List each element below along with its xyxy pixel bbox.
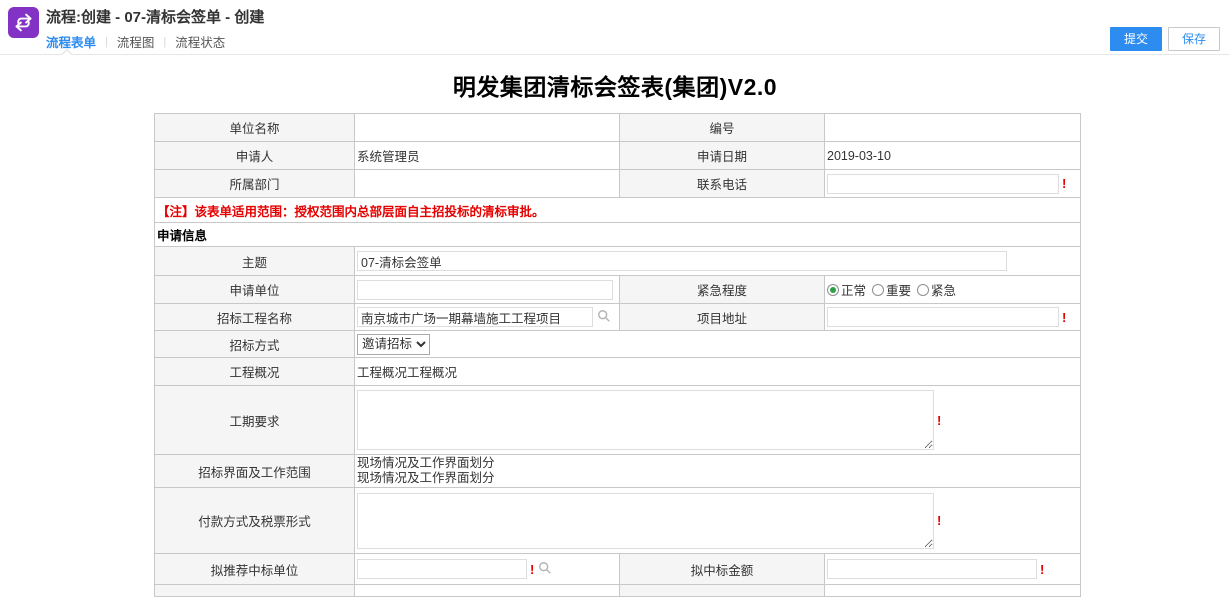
urgency-radio-group: 正常 重要 紧急 <box>827 280 1078 299</box>
apply-date-value: 2019-03-10 <box>825 142 1081 170</box>
subject-label: 主题 <box>155 247 355 276</box>
page-title: 流程:创建 - 07-清标会签单 - 创建 <box>46 6 264 27</box>
apply-unit-input[interactable] <box>357 280 613 300</box>
apply-unit-label: 申请单位 <box>155 276 355 304</box>
required-mark: ! <box>1040 562 1044 577</box>
application-form-table: 单位名称 编号 申请人 系统管理员 申请日期 2019-03-10 所属部门 联… <box>154 113 1081 597</box>
required-mark: ! <box>1062 310 1066 325</box>
search-icon[interactable] <box>538 561 552 578</box>
bid-method-select[interactable]: 邀请招标 <box>357 334 430 355</box>
bid-scope-label: 招标界面及工作范围 <box>155 455 355 488</box>
table-row: 招标方式 邀请招标 <box>155 331 1081 358</box>
header-actions: 提交 保存 <box>1110 27 1220 51</box>
required-mark: ! <box>937 513 941 528</box>
table-row-clipped <box>155 585 1081 597</box>
department-value <box>355 170 620 198</box>
project-overview-label: 工程概况 <box>155 358 355 386</box>
unit-name-label: 单位名称 <box>155 114 355 142</box>
duration-req-label: 工期要求 <box>155 386 355 455</box>
required-mark: ! <box>530 562 534 577</box>
subject-input[interactable] <box>357 251 1007 271</box>
section-title-apply-info: 申请信息 <box>155 223 1081 247</box>
tab-process-status[interactable]: 流程状态 <box>175 32 225 51</box>
tab-process-form[interactable]: 流程表单 <box>46 32 96 51</box>
urgency-option-normal[interactable]: 正常 <box>827 280 866 299</box>
search-icon[interactable] <box>597 309 611 326</box>
required-mark: ! <box>937 413 941 428</box>
project-address-input[interactable] <box>827 307 1059 327</box>
phone-input[interactable] <box>827 174 1059 194</box>
recommended-unit-label: 拟推荐中标单位 <box>155 554 355 585</box>
recommended-unit-input[interactable] <box>357 559 527 579</box>
project-overview-value: 工程概况工程概况 <box>355 358 1081 386</box>
form-notice: 【注】该表单适用范围：授权范围内总部层面自主招投标的清标审批。 <box>155 198 1081 223</box>
header-tabs: 流程表单 | 流程图 | 流程状态 <box>46 32 225 51</box>
urgency-option-urgent[interactable]: 紧急 <box>917 280 956 299</box>
serial-no-label: 编号 <box>620 114 825 142</box>
tab-process-diagram[interactable]: 流程图 <box>117 32 155 51</box>
table-row: 工程概况 工程概况工程概况 <box>155 358 1081 386</box>
urgency-option-important[interactable]: 重要 <box>872 280 911 299</box>
unit-name-value <box>355 114 620 142</box>
table-row: 付款方式及税票形式 ! <box>155 488 1081 554</box>
payment-textarea[interactable] <box>357 493 934 549</box>
radio-checked-icon[interactable] <box>827 284 839 296</box>
bid-amount-input[interactable] <box>827 559 1037 579</box>
applicant-value: 系统管理员 <box>355 142 620 170</box>
radio-unchecked-icon[interactable] <box>872 284 884 296</box>
workflow-app-icon <box>8 7 39 38</box>
bid-amount-label: 拟中标金额 <box>620 554 825 585</box>
duration-req-textarea[interactable] <box>357 390 934 450</box>
table-row: 招标界面及工作范围 现场情况及工作界面划分 现场情况及工作界面划分 <box>155 455 1081 488</box>
project-name-input[interactable] <box>357 307 593 327</box>
bid-scope-value: 现场情况及工作界面划分 现场情况及工作界面划分 <box>355 455 1081 488</box>
table-row: 招标工程名称 项目地址 ! <box>155 304 1081 331</box>
table-row: 工期要求 ! <box>155 386 1081 455</box>
urgency-option-label: 正常 <box>841 280 866 299</box>
submit-button[interactable]: 提交 <box>1110 27 1162 51</box>
tab-separator: | <box>163 36 166 48</box>
bid-method-label: 招标方式 <box>155 331 355 358</box>
payment-label: 付款方式及税票形式 <box>155 488 355 554</box>
table-row: 拟推荐中标单位 ! 拟中标金额 ! <box>155 554 1081 585</box>
required-mark: ! <box>1062 176 1066 191</box>
project-name-label: 招标工程名称 <box>155 304 355 331</box>
table-row: 申请人 系统管理员 申请日期 2019-03-10 <box>155 142 1081 170</box>
apply-date-label: 申请日期 <box>620 142 825 170</box>
department-label: 所属部门 <box>155 170 355 198</box>
top-header: 流程:创建 - 07-清标会签单 - 创建 流程表单 | 流程图 | 流程状态 … <box>0 0 1230 55</box>
urgency-label: 紧急程度 <box>620 276 825 304</box>
urgency-option-label: 重要 <box>886 280 911 299</box>
project-address-label: 项目地址 <box>620 304 825 331</box>
serial-no-value <box>825 114 1081 142</box>
active-tab-caret <box>62 50 72 55</box>
table-row: 主题 <box>155 247 1081 276</box>
workflow-swap-arrows-icon <box>13 12 34 33</box>
phone-label: 联系电话 <box>620 170 825 198</box>
notice-row: 【注】该表单适用范围：授权范围内总部层面自主招投标的清标审批。 <box>155 198 1081 223</box>
table-row: 单位名称 编号 <box>155 114 1081 142</box>
table-row: 申请单位 紧急程度 正常 重要 紧急 <box>155 276 1081 304</box>
tab-separator: | <box>105 36 108 48</box>
section-row: 申请信息 <box>155 223 1081 247</box>
form-title: 明发集团清标会签表(集团)V2.0 <box>0 68 1230 102</box>
save-button[interactable]: 保存 <box>1168 27 1220 51</box>
table-row: 所属部门 联系电话 ! <box>155 170 1081 198</box>
applicant-label: 申请人 <box>155 142 355 170</box>
urgency-option-label: 紧急 <box>931 280 956 299</box>
radio-unchecked-icon[interactable] <box>917 284 929 296</box>
